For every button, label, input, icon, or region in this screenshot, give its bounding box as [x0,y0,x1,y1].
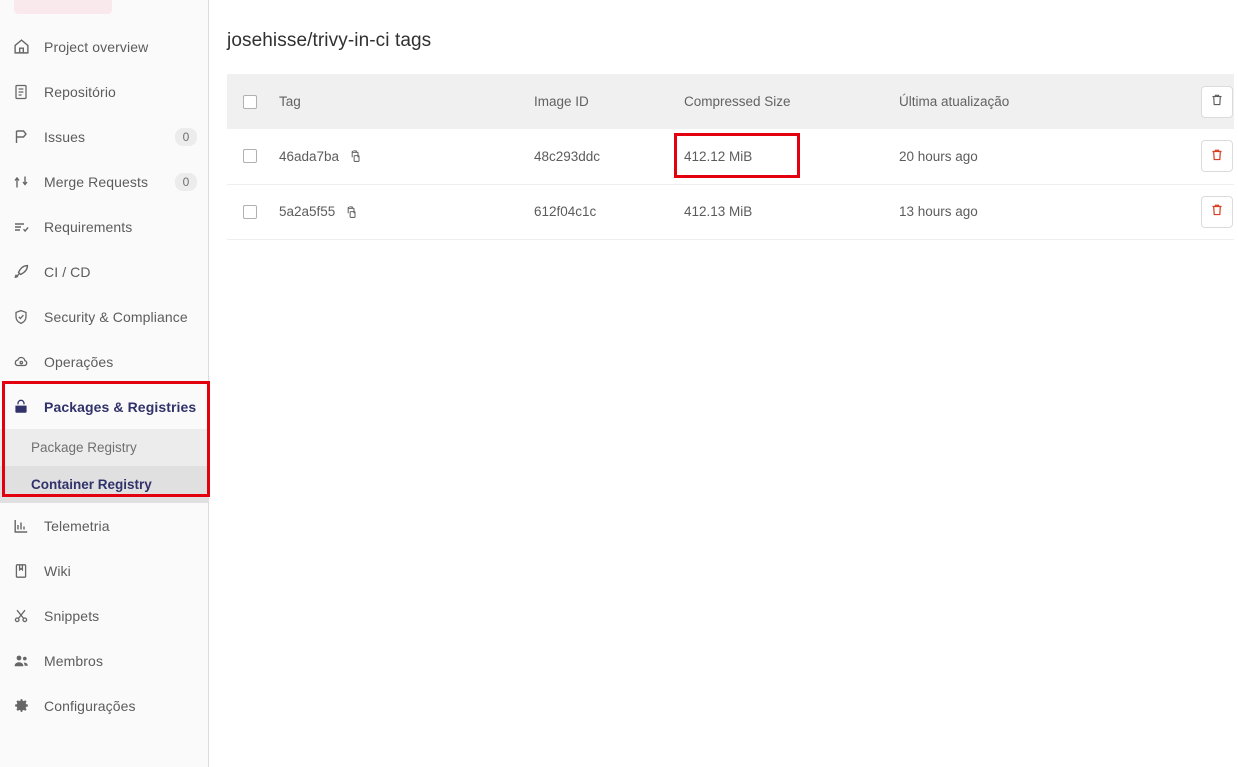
sidebar-item-security-compliance[interactable]: Security & Compliance [0,294,209,339]
chart-icon [12,517,30,535]
sidebar-subitem-container-registry[interactable]: Container Registry [0,466,209,503]
sidebar-item-label: Packages & Registries [44,399,196,415]
sidebar-item-label: Operações [44,354,113,370]
trash-icon [1210,148,1224,165]
home-icon [12,38,30,56]
table-row: 5a2a5f55 612f04c1c 412.13 MiB 13 hours a… [227,184,1234,239]
row-tag-cell: 46ada7ba [279,129,534,184]
sidebar-item-label: CI / CD [44,264,91,280]
tag-name: 46ada7ba [279,149,339,164]
book-icon [12,562,30,580]
sidebar-item-label: Requirements [44,219,132,235]
sidebar-item-wiki[interactable]: Wiki [0,548,209,593]
sidebar-item-project-overview[interactable]: Project overview [0,24,209,69]
sidebar-item-ci-cd[interactable]: CI / CD [0,249,209,294]
sidebar-item-label: Membros [44,653,103,669]
sidebar-subitem-package-registry[interactable]: Package Registry [0,429,209,466]
delete-tag-button[interactable] [1201,196,1233,228]
merge-request-icon [12,173,30,191]
row-compressed-size: 412.13 MiB [684,184,899,239]
highlight-chip [14,0,112,14]
main-content: josehisse/trivy-in-ci tags Tag Image ID … [209,0,1238,767]
row-select-cell [227,184,279,239]
container-registry-tags-table: Tag Image ID Compressed Size Última atua… [227,74,1234,240]
row-compressed-size: 412.12 MiB [684,129,899,184]
sidebar-item-snippets[interactable]: Snippets [0,593,209,638]
sidebar-item-merge-requests[interactable]: Merge Requests 0 [0,159,209,204]
row-image-id: 612f04c1c [534,184,684,239]
select-all-checkbox[interactable] [243,95,257,109]
app-root: Project overview Repositório Issues 0 [0,0,1238,767]
sidebar-nav: Project overview Repositório Issues 0 [0,24,209,728]
row-tag-cell: 5a2a5f55 [279,184,534,239]
row-actions-cell [1179,184,1234,239]
sidebar-item-requirements[interactable]: Requirements [0,204,209,249]
row-last-updated: 20 hours ago [899,129,1179,184]
bulk-delete-button[interactable] [1201,86,1233,118]
page-title: josehisse/trivy-in-ci tags [227,30,1238,52]
sidebar-item-label: Configurações [44,698,136,714]
header-actions [1179,74,1234,129]
sidebar-item-issues[interactable]: Issues 0 [0,114,209,159]
sidebar-item-operacoes[interactable]: Operações [0,339,209,384]
trash-icon [1210,93,1224,110]
sidebar-item-configuracoes[interactable]: Configurações [0,683,209,728]
header-select-all-cell [227,74,279,129]
header-compressed-size: Compressed Size [684,74,899,129]
row-checkbox[interactable] [243,205,257,219]
header-last-updated: Última atualização [899,74,1179,129]
shield-icon [12,308,30,326]
packages-submenu: Package Registry Container Registry [0,429,209,503]
table-body: 46ada7ba 48c293ddc 412.12 MiB 20 hours a… [227,129,1234,239]
delete-tag-button[interactable] [1201,140,1233,172]
sidebar-subitem-label: Package Registry [31,440,137,455]
sidebar-item-membros[interactable]: Membros [0,638,209,683]
trash-icon [1210,203,1224,220]
table-header-row: Tag Image ID Compressed Size Última atua… [227,74,1234,129]
sidebar-item-label: Security & Compliance [44,309,188,325]
sidebar-item-label: Snippets [44,608,99,624]
table-row: 46ada7ba 48c293ddc 412.12 MiB 20 hours a… [227,129,1234,184]
copy-icon[interactable] [347,148,363,164]
file-icon [12,83,30,101]
row-checkbox[interactable] [243,149,257,163]
merge-requests-count-badge: 0 [175,173,197,191]
gear-icon [12,697,30,715]
sidebar-item-repositorio[interactable]: Repositório [0,69,209,114]
sidebar-item-label: Repositório [44,84,116,100]
sidebar-item-label: Telemetria [44,518,110,534]
header-tag: Tag [279,74,534,129]
table-head: Tag Image ID Compressed Size Última atua… [227,74,1234,129]
copy-icon[interactable] [343,204,359,220]
row-actions-cell [1179,129,1234,184]
issues-count-badge: 0 [175,128,197,146]
row-image-id: 48c293ddc [534,129,684,184]
row-last-updated: 13 hours ago [899,184,1179,239]
sidebar-item-telemetria[interactable]: Telemetria [0,503,209,548]
header-image-id: Image ID [534,74,684,129]
requirements-icon [12,218,30,236]
sidebar-item-label: Issues [44,129,85,145]
issues-icon [12,128,30,146]
sidebar-item-packages-registries[interactable]: Packages & Registries [0,384,209,429]
users-icon [12,652,30,670]
cloud-gear-icon [12,353,30,371]
sidebar-subitem-label: Container Registry [31,477,152,492]
package-icon [12,398,30,416]
project-sidebar: Project overview Repositório Issues 0 [0,0,209,767]
row-select-cell [227,129,279,184]
sidebar-item-label: Wiki [44,563,71,579]
rocket-icon [12,263,30,281]
tag-name: 5a2a5f55 [279,204,335,219]
scissors-icon [12,607,30,625]
sidebar-item-label: Project overview [44,39,148,55]
sidebar-item-label: Merge Requests [44,174,148,190]
